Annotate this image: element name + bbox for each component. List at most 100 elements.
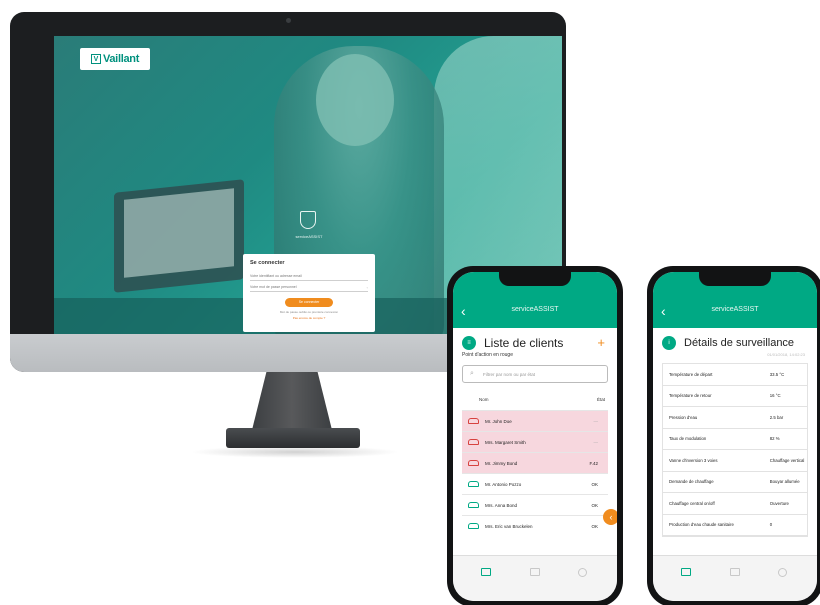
details-table: Température de départ 33.5 °C Températur… — [662, 363, 808, 537]
table-row[interactable]: Mrs. Anna Bond OK — [462, 494, 608, 515]
phone-notch — [499, 272, 571, 286]
login-button[interactable]: Se connecter — [285, 298, 333, 307]
table-row[interactable]: Mrs. Eric van Bruckelen OK — [462, 515, 608, 536]
fab-button[interactable]: ‹ — [603, 509, 617, 525]
table-row[interactable]: Mr. Antonio Pozzo OK — [462, 473, 608, 494]
detail-value: 82 % — [769, 436, 780, 442]
table-row: Demande de chauffage Bouyar allumée — [663, 472, 807, 493]
tab-settings-icon[interactable] — [578, 568, 587, 577]
boiler-icon — [468, 502, 479, 508]
detail-value: 2.5 bar — [769, 414, 784, 420]
login-title: Se connecter — [250, 260, 285, 266]
search-icon: ⌕ — [470, 370, 474, 377]
vaillant-logo: V Vaillant — [80, 48, 150, 70]
logo-mark-icon: V — [90, 54, 101, 64]
camera-dot — [286, 18, 291, 23]
tab-bar — [653, 555, 817, 601]
background-photo-head — [316, 54, 394, 146]
detail-value: Chauffage vertical — [769, 457, 805, 463]
tab-clients-icon[interactable] — [481, 568, 491, 576]
search-input[interactable]: ⌕ Filtrer par nom ou par état — [462, 365, 608, 383]
tab-stats-icon[interactable] — [730, 568, 740, 576]
table-header: Nom État — [453, 391, 617, 410]
client-state: OK — [591, 502, 598, 508]
table-row[interactable]: Mr. John Doe — — [462, 410, 608, 431]
page-header: i Détails de surveillance — [653, 328, 817, 352]
detail-label: Vanne d'inversion 3 voies — [669, 457, 718, 463]
detail-label: Température de retour — [669, 393, 712, 399]
client-table: Mr. John Doe — Mrs. Margaret Smith — Mr.… — [462, 410, 608, 536]
shield-icon — [300, 211, 316, 229]
boiler-icon — [468, 481, 479, 487]
list-icon: ≡ — [462, 336, 476, 350]
add-client-icon[interactable]: + — [597, 335, 605, 350]
detail-value: Ouverture — [769, 500, 789, 506]
page-title: Liste de clients — [484, 336, 564, 350]
client-state: — — [593, 418, 599, 424]
tab-clients-icon[interactable] — [681, 568, 691, 576]
login-card: Se connecter Votre identifiant ou adress… — [243, 254, 375, 332]
boiler-icon — [468, 523, 479, 529]
service-label: serviceASSIST — [295, 234, 323, 239]
password-field[interactable]: Votre mot de passe personnel ◦ — [250, 283, 368, 292]
phone-screen: ‹ serviceASSIST i Détails de surveillanc… — [653, 272, 817, 601]
details-icon: i — [662, 336, 676, 350]
detail-label: Taux de modulation — [669, 436, 707, 442]
detail-value: 16 °C — [769, 393, 781, 399]
column-state[interactable]: État — [597, 397, 605, 402]
phone-screen: ‹ serviceASSIST ≡ Liste de clients + Poi… — [453, 272, 617, 601]
column-name[interactable]: Nom — [479, 397, 489, 402]
page-title: Détails de surveillance — [684, 337, 795, 349]
password-placeholder: Votre mot de passe personnel — [250, 285, 297, 289]
detail-label: Production d'eau chaude sanitaire — [669, 522, 734, 528]
boiler-icon — [468, 460, 479, 466]
client-state: OK — [591, 481, 598, 487]
detail-label: Demande de chauffage — [669, 479, 714, 485]
monitor-shadow — [190, 446, 400, 458]
detail-label: Pression d'eau — [669, 414, 698, 420]
background-photo-laptop-screen — [124, 188, 234, 278]
client-state: — — [593, 439, 599, 445]
table-row: Vanne d'inversion 3 voies Chauffage vert… — [663, 450, 807, 472]
show-password-icon[interactable]: ◦ — [367, 285, 368, 290]
table-row[interactable]: Mrs. Margaret Smith — — [462, 431, 608, 452]
table-row: Production d'eau chaude sanitaire 0 — [663, 515, 807, 536]
table-row: Température de retour 16 °C — [663, 386, 807, 407]
app-title: serviceASSIST — [711, 306, 759, 313]
tab-stats-icon[interactable] — [530, 568, 540, 576]
client-state: F.42 — [589, 460, 598, 466]
client-name: Mr. Antonio Pozzo — [485, 481, 522, 487]
search-placeholder: Filtrer par nom ou par état — [483, 372, 536, 377]
app-title: serviceASSIST — [511, 306, 559, 313]
timestamp: 01/01/2018, 14:02:23 — [767, 352, 805, 357]
phone-notch — [699, 272, 771, 286]
client-name: Mr. John Doe — [485, 418, 512, 424]
monitor-stand — [252, 372, 332, 430]
logo-wordmark: Vaillant — [102, 53, 140, 65]
email-placeholder: Votre identifiant ou adresse email — [250, 274, 302, 278]
detail-label: Température de départ — [669, 371, 713, 377]
table-row: Température de départ 33.5 °C — [663, 364, 807, 386]
boiler-icon — [468, 439, 479, 445]
detail-label: Chauffage central on/off — [669, 500, 715, 506]
client-name: Mrs. Margaret Smith — [485, 439, 526, 445]
client-name: Mr. Jimmy Bond — [485, 460, 518, 466]
page-header: ≡ Liste de clients + — [453, 328, 617, 352]
phone-client-list: ‹ serviceASSIST ≡ Liste de clients + Poi… — [447, 266, 623, 605]
tab-settings-icon[interactable] — [778, 568, 787, 577]
table-row[interactable]: Mr. Jimmy Bond F.42 — [462, 452, 608, 473]
forgot-password-link[interactable]: Mot de passe oublié ou première connexio… — [250, 310, 368, 314]
signup-link[interactable]: Pas encore de compte ? — [250, 316, 368, 320]
detail-value: Bouyar allumée — [769, 479, 800, 485]
detail-value: 0 — [769, 522, 773, 528]
table-row: Taux de modulation 82 % — [663, 429, 807, 450]
client-name: Mrs. Eric van Bruckelen — [485, 523, 533, 529]
page-subtitle: Point d'action en rouge — [462, 352, 513, 358]
detail-value: 33.5 °C — [769, 371, 785, 377]
client-state: OK — [591, 523, 598, 529]
email-field[interactable]: Votre identifiant ou adresse email — [250, 272, 368, 281]
tab-bar — [453, 555, 617, 601]
table-row: Pression d'eau 2.5 bar — [663, 407, 807, 429]
table-row: Chauffage central on/off Ouverture — [663, 493, 807, 515]
boiler-icon — [468, 418, 479, 424]
